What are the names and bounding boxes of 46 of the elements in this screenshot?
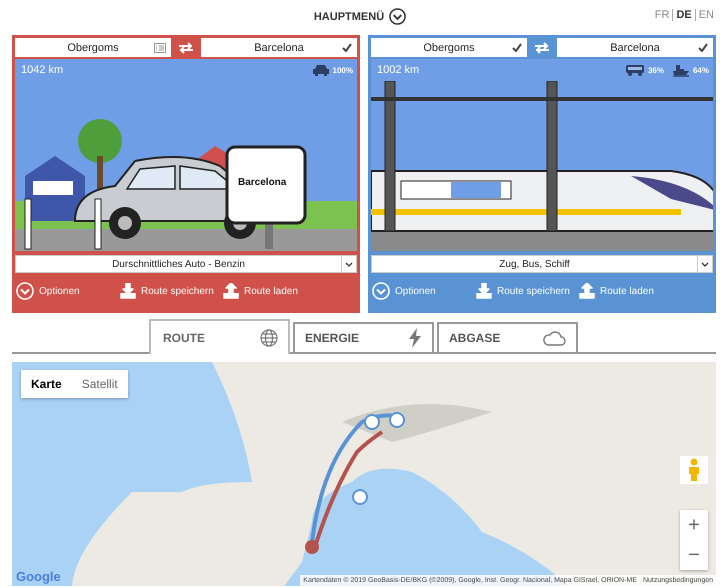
sign-text: Barcelona — [238, 177, 286, 188]
language-link[interactable]: DE — [672, 9, 692, 21]
lightning-icon — [408, 328, 422, 348]
cloud-icon — [542, 330, 566, 346]
location-field[interactable]: Obergoms — [15, 38, 171, 57]
zoom-in-button[interactable]: + — [680, 510, 708, 540]
language-link[interactable]: EN — [694, 9, 714, 21]
save-route-button[interactable]: Route speichern — [120, 283, 223, 299]
main-menu-label[interactable]: HAUPTMENÜ — [314, 10, 384, 22]
location-field[interactable]: Obergoms — [371, 38, 527, 57]
location-field[interactable]: Barcelona — [557, 38, 713, 57]
share-percentage: 100% — [332, 66, 353, 74]
options-button[interactable]: Optionen — [16, 282, 120, 300]
share-percentage: 64% — [692, 66, 709, 74]
download-icon — [120, 283, 136, 299]
distance-label: 1042 km — [21, 64, 64, 76]
upload-icon — [579, 283, 595, 299]
load-route-button[interactable]: Route laden — [223, 283, 298, 299]
caret-icon — [345, 262, 353, 266]
swap-icon[interactable] — [178, 42, 194, 54]
share-percentage: 36% — [648, 66, 664, 74]
language-link[interactable]: FR — [654, 9, 670, 21]
chevron-down-icon[interactable] — [389, 8, 406, 25]
vehicle-select[interactable]: Zug, Bus, Schiff — [371, 255, 713, 273]
car-icon — [312, 64, 330, 76]
chevron-down-icon — [16, 282, 34, 300]
bus-icon — [624, 64, 645, 76]
swap-icon[interactable] — [534, 42, 550, 54]
caret-icon — [701, 262, 709, 266]
ship-icon — [672, 64, 690, 76]
map-logo: Google — [16, 570, 61, 584]
vehicle-select[interactable]: Durschnittliches Auto - Benzin — [15, 255, 357, 273]
tab[interactable]: ABGASE — [437, 322, 578, 352]
tab[interactable]: ROUTE — [149, 319, 290, 354]
zoom-out-button[interactable]: − — [680, 540, 708, 570]
upload-icon — [223, 283, 239, 299]
distance-label: 1002 km — [377, 64, 420, 76]
map-drawing[interactable] — [12, 362, 716, 586]
download-icon — [476, 283, 492, 299]
person-icon[interactable] — [688, 458, 700, 482]
chevron-down-icon — [372, 282, 390, 300]
map-type-button[interactable]: Karte — [21, 370, 72, 398]
location-field[interactable]: Barcelona — [201, 38, 357, 57]
map-type-button[interactable]: Satellit — [72, 370, 128, 398]
globe-icon — [260, 328, 278, 346]
tab[interactable]: ENERGIE — [293, 322, 434, 352]
